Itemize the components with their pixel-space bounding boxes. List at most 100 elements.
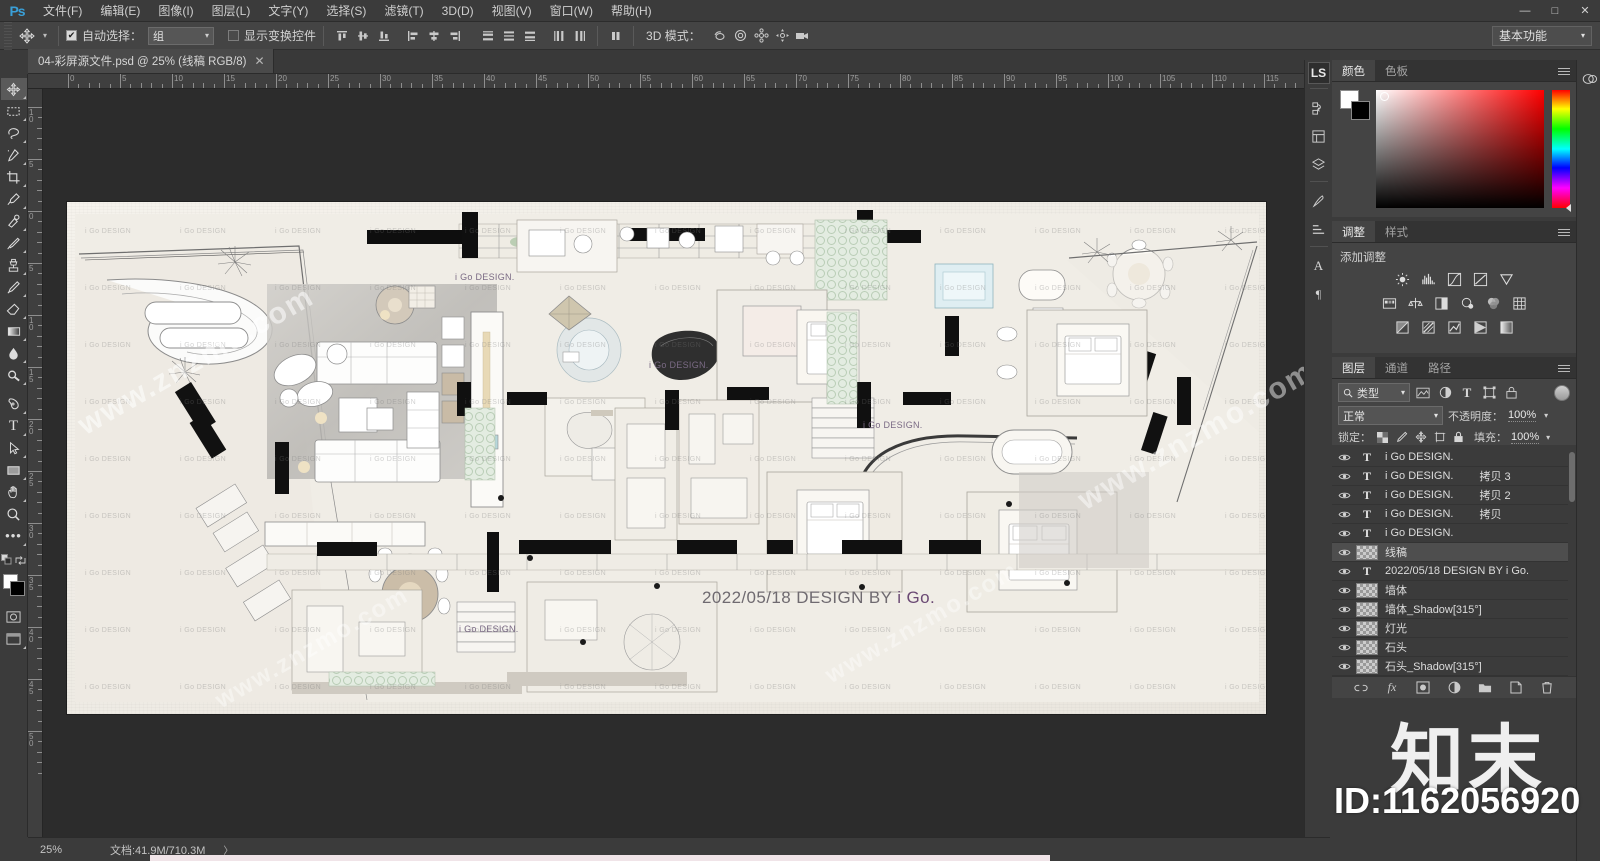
eyedropper-tool[interactable] bbox=[1, 188, 27, 210]
creative-cloud-icon[interactable] bbox=[1577, 66, 1600, 92]
libraries-badge-icon[interactable]: LS bbox=[1307, 62, 1330, 84]
adjustments-panel-menu-icon[interactable] bbox=[1558, 226, 1570, 238]
layer-visibility-eye-icon[interactable] bbox=[1332, 486, 1356, 505]
minimize-button[interactable]: — bbox=[1510, 0, 1540, 22]
tab-paths[interactable]: 路径 bbox=[1418, 357, 1461, 378]
delete-layer-icon[interactable] bbox=[1539, 680, 1555, 696]
menu-image[interactable]: 图像(I) bbox=[149, 0, 202, 22]
align-horizontal-centers-icon[interactable] bbox=[423, 25, 444, 46]
vertical-ruler[interactable]: 10 5 0 5 10 15 20 25 30 35 40 45 50 bbox=[28, 89, 43, 837]
eraser-tool[interactable] bbox=[1, 298, 27, 320]
crop-tool[interactable] bbox=[1, 166, 27, 188]
quick-selection-tool[interactable] bbox=[1, 144, 27, 166]
layer-row[interactable]: Ti Go DESIGN. bbox=[1332, 448, 1576, 467]
blend-mode-dropdown[interactable]: 正常 ▾ bbox=[1338, 406, 1443, 425]
layer-comps-icon[interactable] bbox=[1306, 151, 1332, 177]
layer-visibility-eye-icon[interactable] bbox=[1332, 600, 1356, 619]
gradient-map-icon[interactable] bbox=[1472, 319, 1489, 336]
blur-tool[interactable] bbox=[1, 342, 27, 364]
color-lookup-icon[interactable] bbox=[1511, 295, 1528, 312]
tab-layers[interactable]: 图层 bbox=[1332, 357, 1375, 378]
selective-color-icon[interactable] bbox=[1498, 319, 1515, 336]
tab-adjustments[interactable]: 调整 bbox=[1332, 221, 1375, 242]
filter-shape-icon[interactable] bbox=[1480, 383, 1498, 402]
workspace-switcher[interactable]: 基本功能 ▾ bbox=[1492, 25, 1592, 46]
layer-row[interactable]: 线稿 bbox=[1332, 543, 1576, 562]
hand-tool[interactable] bbox=[1, 481, 27, 503]
properties-icon[interactable] bbox=[1306, 123, 1332, 149]
menu-type[interactable]: 文字(Y) bbox=[259, 0, 317, 22]
layer-list-scroll-thumb[interactable] bbox=[1569, 452, 1575, 502]
color-panel-menu-icon[interactable] bbox=[1558, 65, 1570, 77]
layer-thumbnail[interactable] bbox=[1356, 658, 1378, 674]
channel-mixer-icon[interactable] bbox=[1485, 295, 1502, 312]
layer-mask-icon[interactable] bbox=[1415, 680, 1431, 696]
levels-icon[interactable] bbox=[1420, 271, 1437, 288]
opacity-value[interactable]: 100% bbox=[1508, 409, 1537, 422]
layer-visibility-eye-icon[interactable] bbox=[1332, 467, 1356, 486]
lock-all-icon[interactable] bbox=[1451, 429, 1466, 445]
layer-thumbnail[interactable] bbox=[1356, 639, 1378, 655]
lock-image-pixels-icon[interactable] bbox=[1394, 429, 1409, 445]
layer-row[interactable]: 墙体_Shadow[315°] bbox=[1332, 600, 1576, 619]
layer-visibility-eye-icon[interactable] bbox=[1332, 581, 1356, 600]
layer-row[interactable]: 灯光 bbox=[1332, 619, 1576, 638]
layer-visibility-eye-icon[interactable] bbox=[1332, 562, 1356, 581]
hue-saturation-icon[interactable] bbox=[1381, 295, 1398, 312]
menu-edit[interactable]: 编辑(E) bbox=[91, 0, 149, 22]
exposure-icon[interactable] bbox=[1472, 271, 1489, 288]
distribute-bottom-icon[interactable] bbox=[519, 25, 540, 46]
layer-row[interactable]: Ti Go DESIGN. 拷贝 bbox=[1332, 505, 1576, 524]
distribute-top-icon[interactable] bbox=[477, 25, 498, 46]
filter-adjustment-icon[interactable] bbox=[1436, 383, 1454, 402]
chevron-down-icon[interactable]: ▾ bbox=[1546, 433, 1550, 442]
foreground-background-color-swatches[interactable] bbox=[1, 573, 27, 599]
horizontal-type-tool[interactable]: T bbox=[1, 415, 27, 437]
layer-thumbnail[interactable] bbox=[1356, 620, 1378, 636]
lock-position-icon[interactable] bbox=[1413, 429, 1428, 445]
horizontal-ruler[interactable]: 0 5 10 15 20 25 30 35 40 45 50 55 60 65 70 75 80 85 90 95 10… bbox=[28, 74, 1330, 89]
menu-select[interactable]: 选择(S) bbox=[317, 0, 375, 22]
menu-window[interactable]: 窗口(W) bbox=[541, 0, 602, 22]
layer-visibility-eye-icon[interactable] bbox=[1332, 543, 1356, 562]
layers-panel-menu-icon[interactable] bbox=[1558, 362, 1570, 374]
brush-presets-icon[interactable] bbox=[1306, 216, 1332, 242]
layer-thumbnail[interactable] bbox=[1356, 601, 1378, 617]
history-brush-tool[interactable] bbox=[1, 276, 27, 298]
tab-swatches[interactable]: 色板 bbox=[1375, 60, 1418, 81]
threshold-icon[interactable] bbox=[1446, 319, 1463, 336]
layer-row[interactable]: Ti Go DESIGN. bbox=[1332, 524, 1576, 543]
new-group-icon[interactable] bbox=[1477, 680, 1493, 696]
link-layers-icon[interactable] bbox=[1353, 680, 1369, 696]
show-transform-checkbox[interactable] bbox=[228, 30, 240, 41]
align-bottom-edges-icon[interactable] bbox=[373, 25, 394, 46]
curves-icon[interactable] bbox=[1446, 271, 1463, 288]
background-color-swatch[interactable] bbox=[9, 581, 25, 596]
screen-mode-toggle[interactable] bbox=[1, 628, 27, 650]
zoom-tool[interactable] bbox=[1, 503, 27, 525]
layer-style-icon[interactable]: fx bbox=[1384, 680, 1400, 696]
zoom-level[interactable]: 25% bbox=[28, 844, 90, 856]
history-icon[interactable] bbox=[1306, 95, 1332, 121]
canvas-area[interactable]: i Go DESIGN i Go DESIGN i Go DESIGN i Go DE… bbox=[43, 89, 1330, 837]
tab-color[interactable]: 颜色 bbox=[1332, 60, 1375, 81]
menu-filter[interactable]: 滤镜(T) bbox=[375, 0, 432, 22]
layer-visibility-eye-icon[interactable] bbox=[1332, 638, 1356, 657]
clone-stamp-tool[interactable] bbox=[1, 254, 27, 276]
layer-row[interactable]: Ti Go DESIGN. 拷贝 2 bbox=[1332, 486, 1576, 505]
3d-slide-icon[interactable] bbox=[772, 25, 793, 46]
align-vertical-centers-icon[interactable] bbox=[352, 25, 373, 46]
layer-list[interactable]: Ti Go DESIGN. Ti Go DESIGN. 拷贝 3Ti Go DESI… bbox=[1332, 448, 1576, 676]
menu-file[interactable]: 文件(F) bbox=[34, 0, 91, 22]
distribute-vertical-center-icon[interactable] bbox=[498, 25, 519, 46]
menu-help[interactable]: 帮助(H) bbox=[602, 0, 661, 22]
filter-pixel-icon[interactable] bbox=[1414, 383, 1432, 402]
layer-visibility-eye-icon[interactable] bbox=[1332, 448, 1356, 467]
posterize-icon[interactable] bbox=[1420, 319, 1437, 336]
align-options-icon[interactable] bbox=[605, 25, 626, 46]
filter-type-icon[interactable]: T bbox=[1458, 383, 1476, 402]
lock-transparent-pixels-icon[interactable] bbox=[1375, 429, 1390, 445]
tool-preset-chevron-down-icon[interactable]: ▾ bbox=[39, 25, 51, 47]
3d-pan-icon[interactable] bbox=[751, 25, 772, 46]
tab-styles[interactable]: 样式 bbox=[1375, 221, 1418, 242]
